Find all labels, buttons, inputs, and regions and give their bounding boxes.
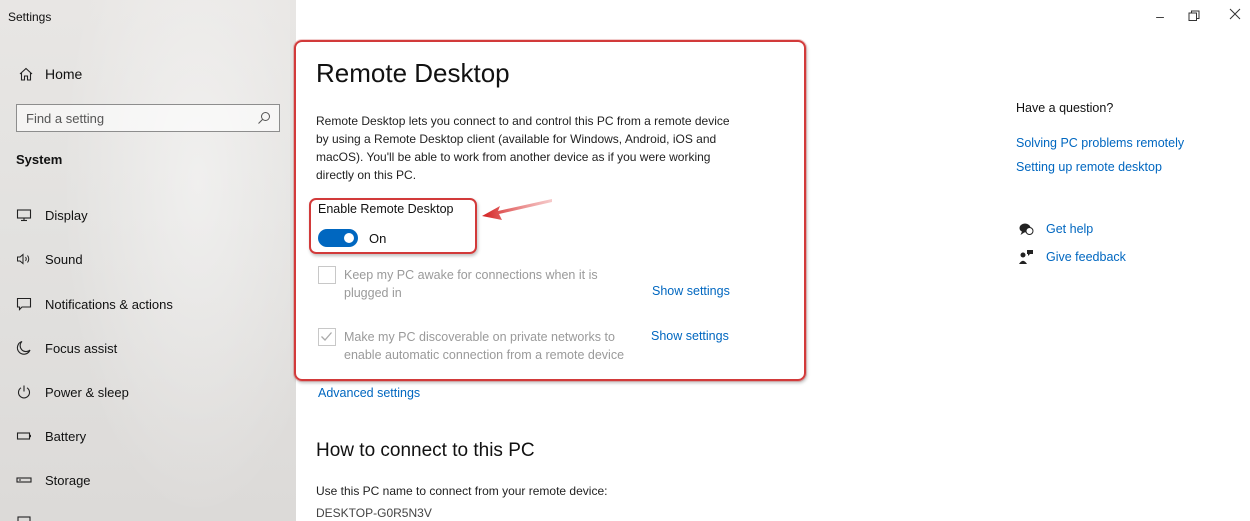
pc-name: DESKTOP-G0R5N3V [316, 506, 432, 520]
partial-icon [16, 515, 32, 521]
sidebar-item-label: Notifications & actions [45, 296, 173, 312]
sidebar-item-display[interactable]: Display [16, 204, 88, 226]
sidebar-item-label: Focus assist [45, 340, 118, 356]
display-icon [16, 207, 32, 223]
app-title: Settings [8, 10, 52, 24]
restore-button[interactable] [1182, 10, 1206, 25]
annotation-arrow-icon [482, 199, 552, 220]
solving-pc-problems-link[interactable]: Solving PC problems remotely [1016, 136, 1184, 150]
search-input[interactable]: Find a setting [16, 104, 280, 132]
sidebar-item-focus-assist[interactable]: Focus assist [16, 337, 117, 359]
sidebar-item-partial[interactable] [16, 512, 45, 521]
sidebar-item-power[interactable]: Power & sleep [16, 381, 129, 403]
get-help-label: Get help [1046, 222, 1094, 236]
sidebar-item-label: Storage [45, 472, 91, 488]
home-icon [19, 67, 33, 81]
advanced-settings-link[interactable]: Advanced settings [318, 386, 420, 400]
connect-instruction: Use this PC name to connect from your re… [316, 484, 608, 498]
sidebar-item-label: Power & sleep [45, 384, 129, 400]
get-help-link[interactable]: Get help [1018, 221, 1093, 237]
sidebar: Settings Home Find a setting System Disp… [0, 0, 296, 521]
get-help-icon [1019, 223, 1034, 235]
have-question-heading: Have a question? [1016, 101, 1114, 115]
sidebar-item-storage[interactable]: Storage [16, 469, 91, 491]
give-feedback-link[interactable]: Give feedback [1018, 249, 1126, 265]
power-icon [16, 384, 32, 400]
section-heading: System [16, 152, 63, 167]
give-feedback-icon [1019, 250, 1033, 264]
notifications-icon [16, 296, 32, 312]
give-feedback-label: Give feedback [1046, 250, 1126, 264]
minimize-button[interactable]: – [1148, 8, 1172, 24]
close-button[interactable] [1223, 8, 1247, 23]
focus-assist-icon [16, 340, 32, 356]
search-icon [258, 112, 270, 124]
close-icon [1229, 8, 1241, 20]
sidebar-item-label: Display [45, 207, 88, 223]
sound-icon [16, 251, 32, 267]
sidebar-item-sound[interactable]: Sound [16, 248, 83, 270]
sidebar-home[interactable]: Home [18, 66, 82, 82]
sidebar-item-label: Battery [45, 428, 87, 444]
search-placeholder: Find a setting [26, 111, 105, 126]
sidebar-home-label: Home [45, 66, 83, 82]
setting-up-remote-desktop-link[interactable]: Setting up remote desktop [1016, 160, 1162, 174]
toggle-highlight-box [309, 198, 477, 254]
connect-heading: How to connect to this PC [316, 440, 535, 461]
battery-icon [16, 428, 32, 444]
storage-icon [16, 472, 32, 488]
sidebar-item-label: Sound [45, 251, 83, 267]
sidebar-item-notifications[interactable]: Notifications & actions [16, 293, 173, 315]
sidebar-item-battery[interactable]: Battery [16, 425, 86, 447]
restore-icon [1188, 10, 1200, 21]
